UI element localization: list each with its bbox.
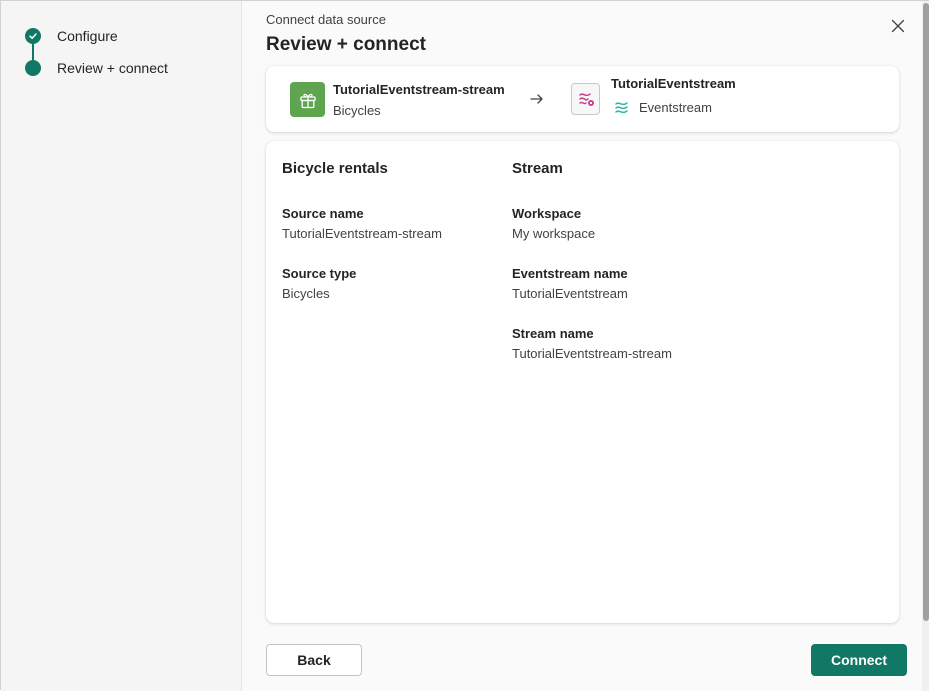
field-workspace: Workspace My workspace <box>512 204 672 244</box>
step-review-connect[interactable]: Review + connect <box>25 58 168 78</box>
destination-type: Eventstream <box>639 100 712 115</box>
connect-button[interactable]: Connect <box>811 644 907 676</box>
source-type: Bicycles <box>333 103 381 118</box>
eventstream-icon <box>571 83 600 115</box>
eventstream-type-icon <box>613 99 631 122</box>
current-step-dot-icon <box>25 60 41 76</box>
back-button[interactable]: Back <box>266 644 362 676</box>
field-label: Source type <box>282 266 357 281</box>
source-name: TutorialEventstream-stream <box>333 82 505 97</box>
step-label: Review + connect <box>57 60 168 76</box>
field-label: Eventstream name <box>512 266 628 281</box>
field-label: Stream name <box>512 326 594 341</box>
connection-flow-card: TutorialEventstream-stream Bicycles Tuto… <box>266 66 899 132</box>
field-label: Source name <box>282 206 364 221</box>
source-details-column: Bicycle rentals Source name TutorialEven… <box>282 160 442 324</box>
destination-name: TutorialEventstream <box>611 76 736 91</box>
main-panel: Connect data source Review + connect Tut… <box>242 1 922 691</box>
arrow-right-icon <box>529 91 545 112</box>
dialog-subtitle: Connect data source <box>266 12 386 27</box>
field-source-type: Source type Bicycles <box>282 264 442 304</box>
scrollbar-thumb[interactable] <box>923 3 929 621</box>
scrollbar[interactable] <box>922 1 929 691</box>
field-value: TutorialEventstream <box>512 286 628 301</box>
wizard-stepper: Configure Review + connect <box>1 1 242 691</box>
step-label: Configure <box>57 28 118 44</box>
checkmark-icon <box>25 28 41 44</box>
section-title: Bicycle rentals <box>282 160 388 177</box>
close-button[interactable] <box>888 16 908 36</box>
section-title: Stream <box>512 160 563 177</box>
stream-details-column: Stream Workspace My workspace Eventstrea… <box>512 160 672 384</box>
field-value: My workspace <box>512 226 596 241</box>
page-title: Review + connect <box>266 34 426 55</box>
field-value: TutorialEventstream-stream <box>512 346 672 361</box>
field-stream-name: Stream name TutorialEventstream-stream <box>512 324 672 364</box>
field-value: TutorialEventstream-stream <box>282 226 442 241</box>
gift-icon <box>290 82 325 117</box>
field-source-name: Source name TutorialEventstream-stream <box>282 204 442 244</box>
field-value: Bicycles <box>282 286 330 301</box>
review-details-card: Bicycle rentals Source name TutorialEven… <box>266 141 899 623</box>
connect-data-source-dialog: Configure Review + connect Connect data … <box>0 0 929 691</box>
step-configure[interactable]: Configure <box>25 26 118 46</box>
field-label: Workspace <box>512 206 582 221</box>
field-eventstream-name: Eventstream name TutorialEventstream <box>512 264 672 304</box>
close-icon <box>891 19 905 33</box>
